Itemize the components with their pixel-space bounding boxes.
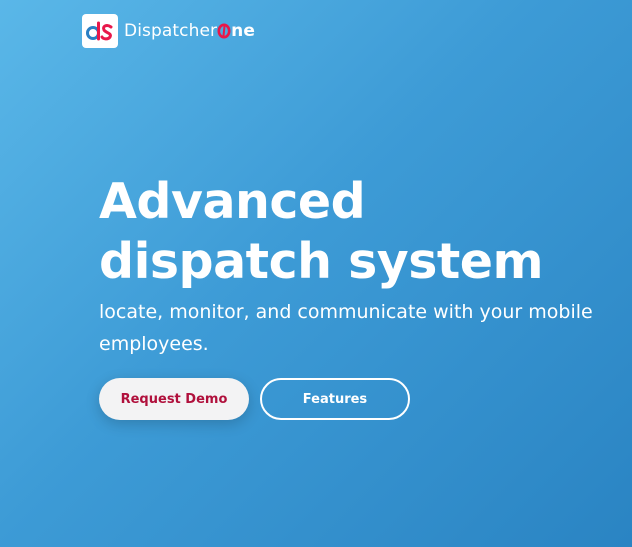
hero-subtitle: locate, monitor, and communicate with yo… [99, 301, 593, 355]
brand-name: Dispatcher ne [124, 21, 255, 41]
brand-name-prefix: Dispatcher [124, 21, 218, 41]
hero-title-line1: Advanced [99, 173, 366, 230]
hero-title-line2: dispatch system [99, 233, 544, 290]
brand-one-icon [217, 23, 231, 39]
features-button[interactable]: Features [260, 378, 410, 420]
brand-logo[interactable]: Dispatcher ne [82, 14, 255, 48]
brand-name-one: ne [217, 21, 255, 41]
hero-section: Advanced dispatch system locate, monitor… [99, 172, 632, 360]
hero-title: Advanced dispatch system [99, 172, 632, 292]
request-demo-button[interactable]: Request Demo [99, 378, 249, 420]
brand-name-suffix: ne [231, 21, 255, 41]
logo-mark-icon [82, 14, 118, 48]
